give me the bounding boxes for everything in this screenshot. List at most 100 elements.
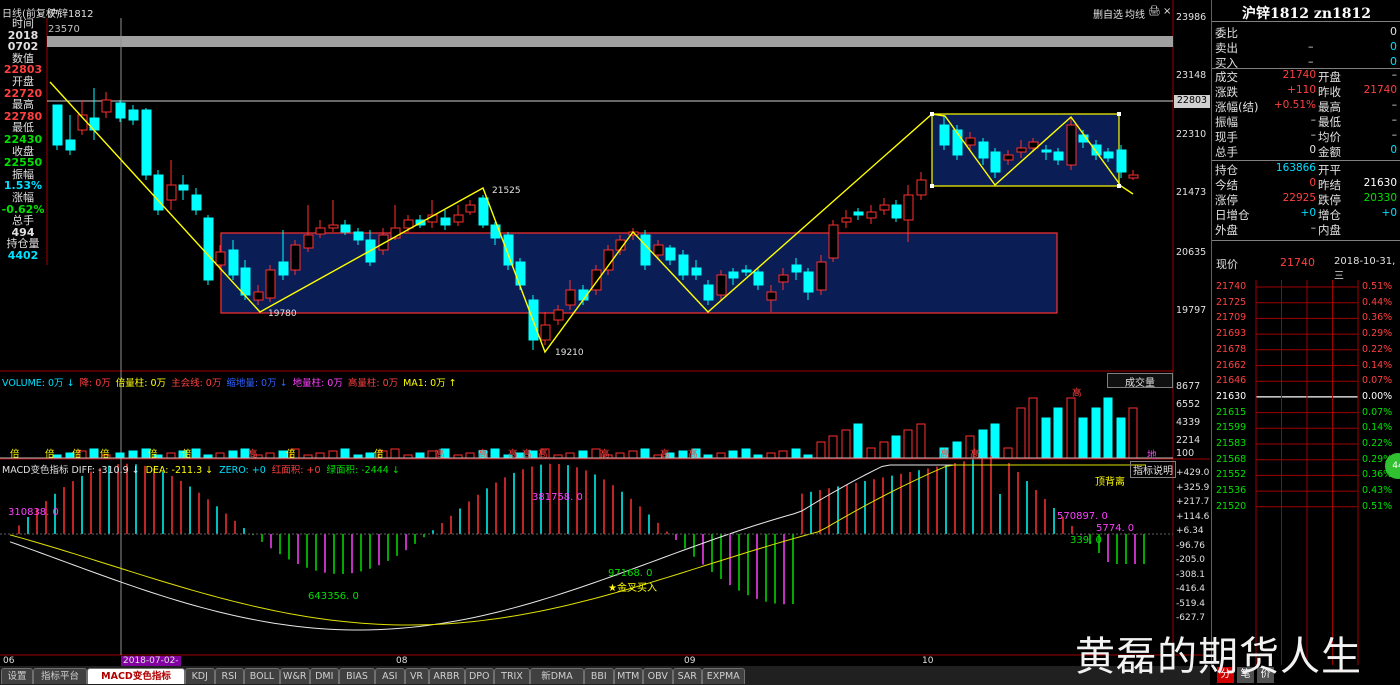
macd-annotation: 570897. 0	[1057, 511, 1108, 522]
intraday-pct-label: 0.51%	[1362, 281, 1393, 292]
watermark-text: 黄磊的期货人生	[1075, 634, 1362, 680]
indicator-tab[interactable]: KDJ	[185, 668, 215, 684]
indicator-tab[interactable]: VR	[404, 668, 429, 684]
volume-indicator-button[interactable]: 成交量	[1107, 373, 1173, 389]
candle-body	[52, 104, 63, 146]
volume-bar	[916, 423, 926, 459]
intraday-price-label: 21693	[1216, 328, 1247, 340]
high-marker-label: 21525	[492, 186, 521, 196]
price-tick-label: 19797	[1176, 305, 1207, 316]
macd-legend-item: DEA: -211.3 ↓	[145, 465, 214, 476]
volume-bar	[853, 423, 863, 459]
indicator-tab[interactable]: DPO	[464, 668, 494, 684]
macd-annotation: 381758. 0	[532, 492, 583, 503]
indicator-help-button[interactable]: 指标说明	[1130, 461, 1176, 478]
candle-body	[403, 219, 414, 229]
volume-mark: 高	[600, 449, 610, 460]
volume-legend: VOLUME: 0万 ↓ 降: 0万 倍量柱: 0万 主会线: 0万 缩地量: 0万 ↓…	[2, 375, 462, 389]
chart-background	[0, 0, 1210, 665]
volume-bar	[1116, 417, 1126, 459]
quote-label-right: 最低	[1318, 115, 1341, 129]
price-tick-label: 21473	[1176, 187, 1207, 198]
macd-tick-label: +217.7	[1176, 497, 1210, 507]
intraday-pct-label: 0.14%	[1362, 422, 1393, 434]
indicator-tab[interactable]: EXPMA	[702, 668, 745, 684]
close-icon[interactable]: ×	[1163, 6, 1171, 17]
top-value-label: 23570	[48, 24, 80, 35]
macd-tick-label: +325.9	[1176, 482, 1210, 493]
candle-body	[465, 204, 476, 213]
indicator-tab[interactable]: SAR	[672, 668, 702, 684]
indicator-tab[interactable]: 指标平台	[33, 668, 87, 684]
candle-body	[265, 269, 276, 299]
candle-body	[1116, 149, 1127, 173]
indicator-tab[interactable]: W&R	[280, 668, 310, 684]
date-label: 10	[922, 656, 934, 666]
intraday-pct-label: 0.14%	[1362, 359, 1393, 371]
candle-body	[716, 274, 727, 296]
candle-body	[990, 151, 1001, 173]
intraday-price-label: 21615	[1216, 406, 1247, 418]
quote-value: 0	[1390, 55, 1397, 68]
low-marker-label-2: 19210	[555, 348, 584, 358]
quote-mid: +110	[1287, 84, 1316, 96]
quote-label-right: 昨结	[1318, 178, 1341, 192]
box-corner-handle	[930, 184, 934, 188]
macd-tick-label: -627.7	[1176, 613, 1206, 623]
quote-value: –	[1391, 99, 1397, 111]
candle-body	[879, 204, 890, 211]
quote-value: 21740	[1363, 84, 1397, 96]
indicator-tab[interactable]: BOLL	[244, 668, 280, 684]
candle-body	[315, 227, 326, 235]
indicator-tab[interactable]: ASI	[375, 668, 405, 684]
volume-bar	[565, 452, 575, 459]
volume-bar	[1128, 407, 1138, 459]
indicator-tab[interactable]: BIAS	[339, 668, 375, 684]
quote-mid: 21740	[1282, 69, 1316, 81]
candle-body	[828, 224, 839, 259]
volume-bar	[265, 452, 275, 459]
volume-mark: 高	[248, 449, 258, 460]
candle-body	[141, 109, 152, 176]
volume-bar	[1091, 407, 1101, 459]
candle-body	[778, 274, 789, 283]
volume-bar	[578, 450, 588, 459]
indicator-tab[interactable]: TRIX	[494, 668, 530, 684]
indicator-tab[interactable]: MACD变色指标	[87, 668, 185, 684]
indicator-tab[interactable]: OBV	[643, 668, 673, 684]
indicator-tab[interactable]: MTM	[613, 668, 643, 684]
volume-bar	[315, 452, 325, 459]
divider-3	[1212, 240, 1400, 241]
indicator-tab[interactable]: 新DMA	[530, 668, 584, 684]
now-label: 现价	[1216, 258, 1238, 271]
kline-chart-area[interactable]	[0, 0, 1211, 666]
indicator-tab[interactable]: BBI	[584, 668, 614, 684]
indicator-tab[interactable]: RSI	[214, 668, 244, 684]
candle-body	[191, 194, 202, 211]
indicator-tab[interactable]: 设置	[1, 668, 33, 684]
print-icon[interactable]: 🖨	[1148, 6, 1161, 17]
candle-body	[178, 184, 189, 191]
volume-bar	[465, 452, 475, 459]
candle-body	[1041, 149, 1052, 153]
volume-mark: 高	[478, 449, 488, 460]
volume-mark: 倍	[45, 449, 55, 460]
quote-label: 卖出	[1215, 41, 1238, 55]
remove-favorite-button[interactable]: 删自选	[1093, 6, 1123, 21]
quote-label: 现手	[1215, 130, 1238, 144]
ma-button[interactable]: 均线	[1125, 6, 1145, 21]
symbol-label: 沪锌1812	[48, 9, 94, 20]
volume-bar	[228, 450, 238, 459]
box-corner-handle	[930, 112, 934, 116]
indicator-tab[interactable]: DMI	[309, 668, 339, 684]
candle-body	[965, 137, 976, 146]
volume-bar	[115, 452, 125, 459]
quote-value: +0	[1381, 207, 1397, 219]
candle-body	[215, 251, 226, 266]
candle-body	[1128, 174, 1139, 179]
quote-mid: –	[1308, 40, 1314, 53]
macd-tick-label: -96.76	[1176, 540, 1206, 551]
indicator-tab[interactable]: ARBR	[428, 668, 465, 684]
volume-mark: 倍	[10, 449, 20, 460]
macd-tick-label: +429.0	[1176, 468, 1210, 478]
